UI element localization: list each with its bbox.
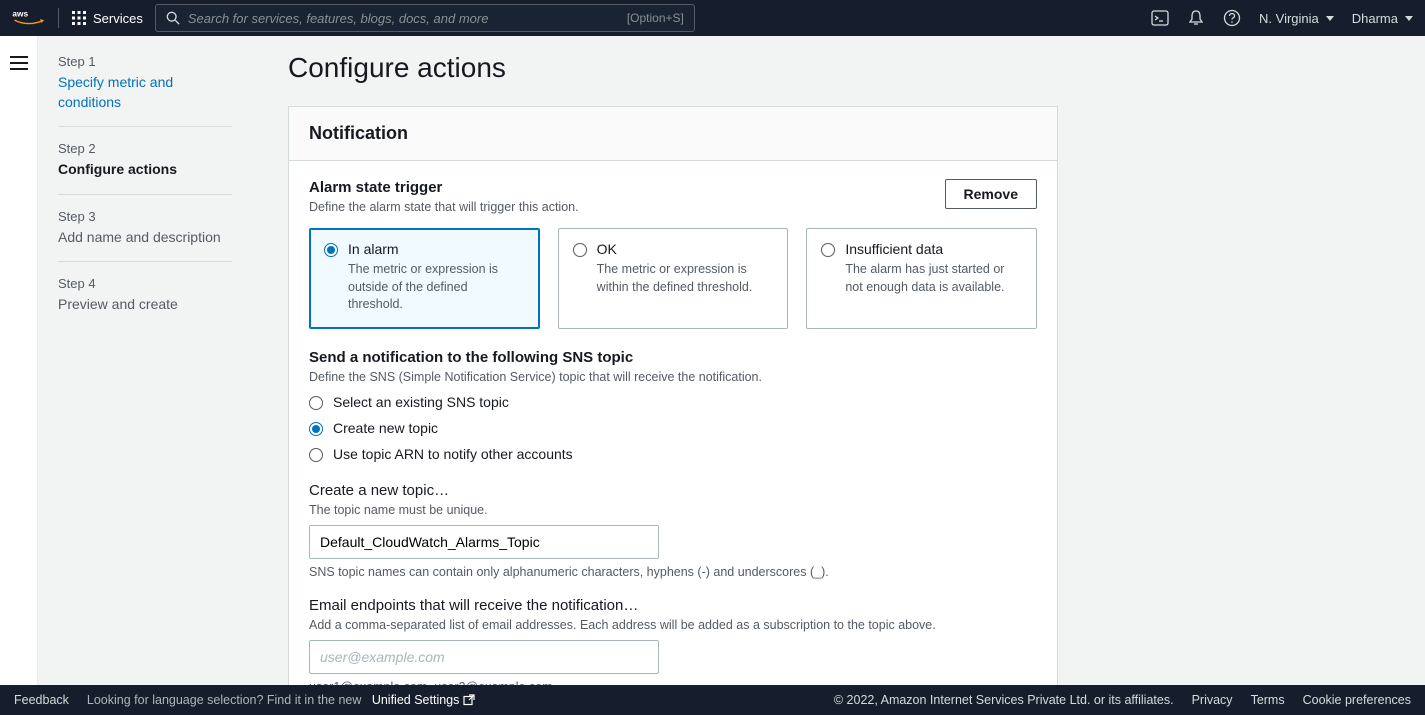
- sns-option-existing[interactable]: Select an existing SNS topic: [309, 394, 1037, 410]
- footer: Feedback Looking for language selection?…: [0, 685, 1425, 715]
- trigger-label: Alarm state trigger: [309, 179, 579, 196]
- panel-header: Notification: [289, 107, 1057, 161]
- copyright: © 2022, Amazon Internet Services Private…: [834, 693, 1174, 707]
- topic-name-input[interactable]: [309, 525, 659, 559]
- topic-help: The topic name must be unique.: [309, 503, 1037, 517]
- topic-hint: SNS topic names can contain only alphanu…: [309, 565, 1037, 579]
- search-bar[interactable]: [Option+S]: [155, 4, 695, 32]
- remove-button[interactable]: Remove: [945, 179, 1037, 209]
- privacy-link[interactable]: Privacy: [1192, 693, 1233, 707]
- step-3: Step 3 Add name and description: [58, 209, 232, 263]
- search-input[interactable]: [188, 11, 619, 26]
- topic-label: Create a new topic…: [309, 482, 1037, 499]
- sns-label: Send a notification to the following SNS…: [309, 349, 1037, 366]
- side-panel-toggle-column: [0, 36, 38, 685]
- terms-link[interactable]: Terms: [1251, 693, 1285, 707]
- cookies-link[interactable]: Cookie preferences: [1303, 693, 1411, 707]
- wizard-sidebar: Step 1 Specify metric and conditions Ste…: [38, 36, 248, 685]
- notifications-icon[interactable]: [1187, 9, 1205, 27]
- radio-insufficient[interactable]: [821, 243, 835, 257]
- cloudshell-icon[interactable]: [1151, 9, 1169, 27]
- trigger-insufficient[interactable]: Insufficient data The alarm has just sta…: [806, 228, 1037, 329]
- step-4: Step 4 Preview and create: [58, 276, 232, 329]
- divider: [58, 8, 59, 28]
- external-link-icon: [463, 694, 475, 706]
- services-button[interactable]: Services: [71, 10, 143, 26]
- step-1[interactable]: Step 1 Specify metric and conditions: [58, 54, 232, 127]
- feedback-link[interactable]: Feedback: [14, 693, 69, 707]
- email-endpoints-input[interactable]: [309, 640, 659, 674]
- radio-create[interactable]: [309, 422, 323, 436]
- trigger-help: Define the alarm state that will trigger…: [309, 200, 579, 214]
- search-icon: [166, 11, 180, 25]
- region-selector[interactable]: N. Virginia: [1259, 11, 1334, 26]
- hamburger-icon[interactable]: [10, 56, 28, 70]
- lang-hint: Looking for language selection? Find it …: [87, 693, 475, 707]
- page-title: Configure actions: [288, 52, 1389, 84]
- radio-arn[interactable]: [309, 448, 323, 462]
- panel-title: Notification: [309, 123, 1037, 144]
- help-icon[interactable]: [1223, 9, 1241, 27]
- notification-panel: Notification Alarm state trigger Define …: [288, 106, 1058, 685]
- sns-option-arn[interactable]: Use topic ARN to notify other accounts: [309, 446, 1037, 462]
- radio-existing[interactable]: [309, 396, 323, 410]
- radio-ok[interactable]: [573, 243, 587, 257]
- account-menu[interactable]: Dharma: [1352, 11, 1413, 26]
- svg-text:aws: aws: [12, 8, 28, 18]
- top-nav: aws Services [Option+S] N. Virgini: [0, 0, 1425, 36]
- grid-icon: [71, 10, 87, 26]
- main-content: Configure actions Notification Alarm sta…: [248, 36, 1425, 685]
- search-shortcut: [Option+S]: [627, 11, 684, 25]
- aws-logo-icon: aws: [12, 8, 46, 28]
- email-label: Email endpoints that will receive the no…: [309, 597, 1037, 614]
- aws-logo[interactable]: aws: [12, 8, 46, 28]
- unified-settings-link[interactable]: Unified Settings: [372, 693, 476, 707]
- trigger-in-alarm[interactable]: In alarm The metric or expression is out…: [309, 228, 540, 329]
- step-2: Step 2 Configure actions: [58, 141, 232, 195]
- radio-in-alarm[interactable]: [324, 243, 338, 257]
- trigger-ok[interactable]: OK The metric or expression is within th…: [558, 228, 789, 329]
- sns-help: Define the SNS (Simple Notification Serv…: [309, 370, 1037, 384]
- email-help: Add a comma-separated list of email addr…: [309, 618, 1037, 632]
- services-label: Services: [93, 11, 143, 26]
- sns-option-create[interactable]: Create new topic: [309, 420, 1037, 436]
